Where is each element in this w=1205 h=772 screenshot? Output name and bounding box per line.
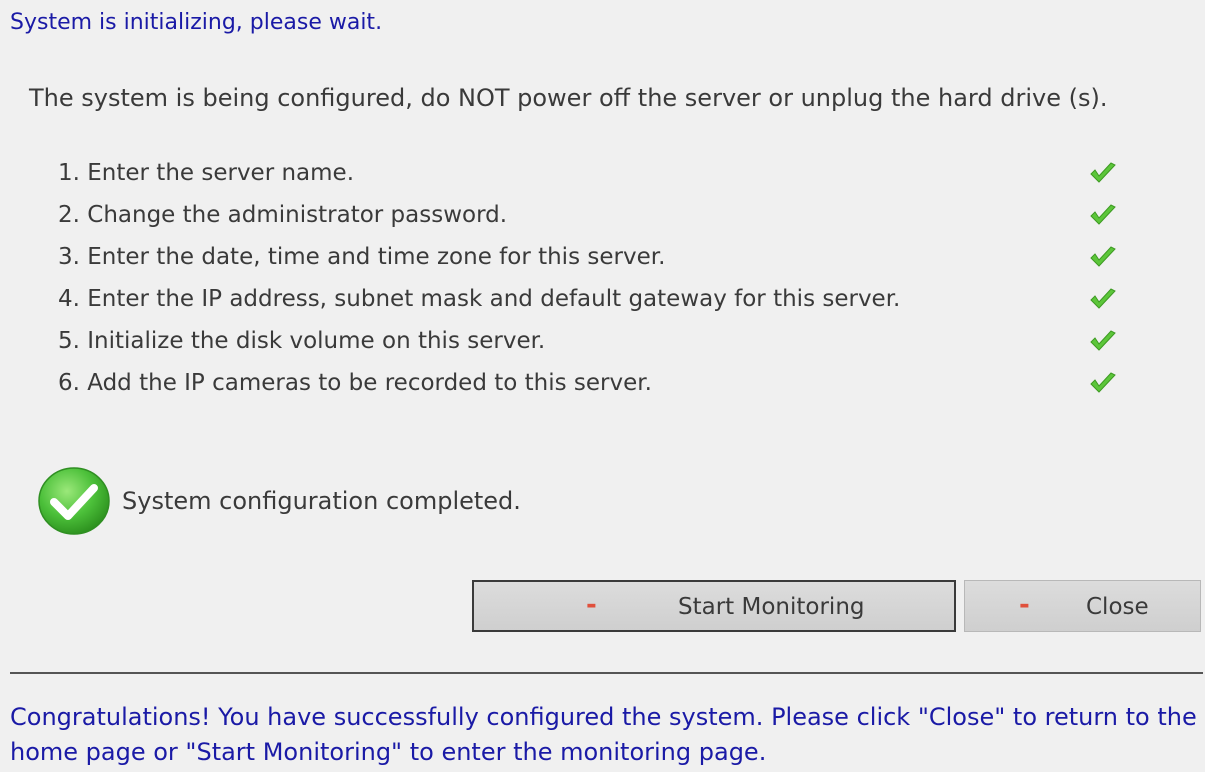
step-label: 3. Enter the date, time and time zone fo… [58, 244, 666, 270]
check-icon [1090, 372, 1116, 393]
divider [10, 672, 1203, 674]
step-label: 2. Change the administrator password. [58, 202, 508, 228]
check-icon [1090, 162, 1116, 183]
step-label: 5. Initialize the disk volume on this se… [58, 328, 546, 354]
button-marker: - [586, 590, 597, 620]
close-label: Close [1086, 594, 1149, 620]
button-marker: - [1019, 590, 1030, 620]
step-label: 1. Enter the server name. [58, 160, 355, 186]
setup-steps-list: 1. Enter the server name. 2. Change the … [58, 152, 1118, 404]
check-icon [1090, 246, 1116, 267]
congratulations-message: Congratulations! You have successfully c… [10, 703, 1197, 766]
step-label: 6. Add the IP cameras to be recorded to … [58, 370, 652, 396]
step-item: 4. Enter the IP address, subnet mask and… [58, 278, 1118, 320]
completion-status: System configuration completed. [36, 466, 521, 536]
step-item: 3. Enter the date, time and time zone fo… [58, 236, 1118, 278]
success-circle-icon [38, 467, 110, 535]
step-item: 6. Add the IP cameras to be recorded to … [58, 362, 1118, 404]
start-monitoring-label: Start Monitoring [678, 594, 865, 620]
warning-text: The system is being configured, do NOT p… [29, 84, 1108, 112]
page-heading: System is initializing, please wait. [10, 10, 383, 35]
step-item: 1. Enter the server name. [58, 152, 1118, 194]
start-monitoring-button[interactable]: - Start Monitoring [472, 580, 956, 632]
step-item: 5. Initialize the disk volume on this se… [58, 320, 1118, 362]
check-icon [1090, 330, 1116, 351]
close-button[interactable]: - Close [964, 580, 1201, 632]
check-icon [1090, 204, 1116, 225]
completion-status-text: System configuration completed. [122, 487, 521, 515]
check-icon [1090, 288, 1116, 309]
step-item: 2. Change the administrator password. [58, 194, 1118, 236]
step-label: 4. Enter the IP address, subnet mask and… [58, 286, 901, 312]
